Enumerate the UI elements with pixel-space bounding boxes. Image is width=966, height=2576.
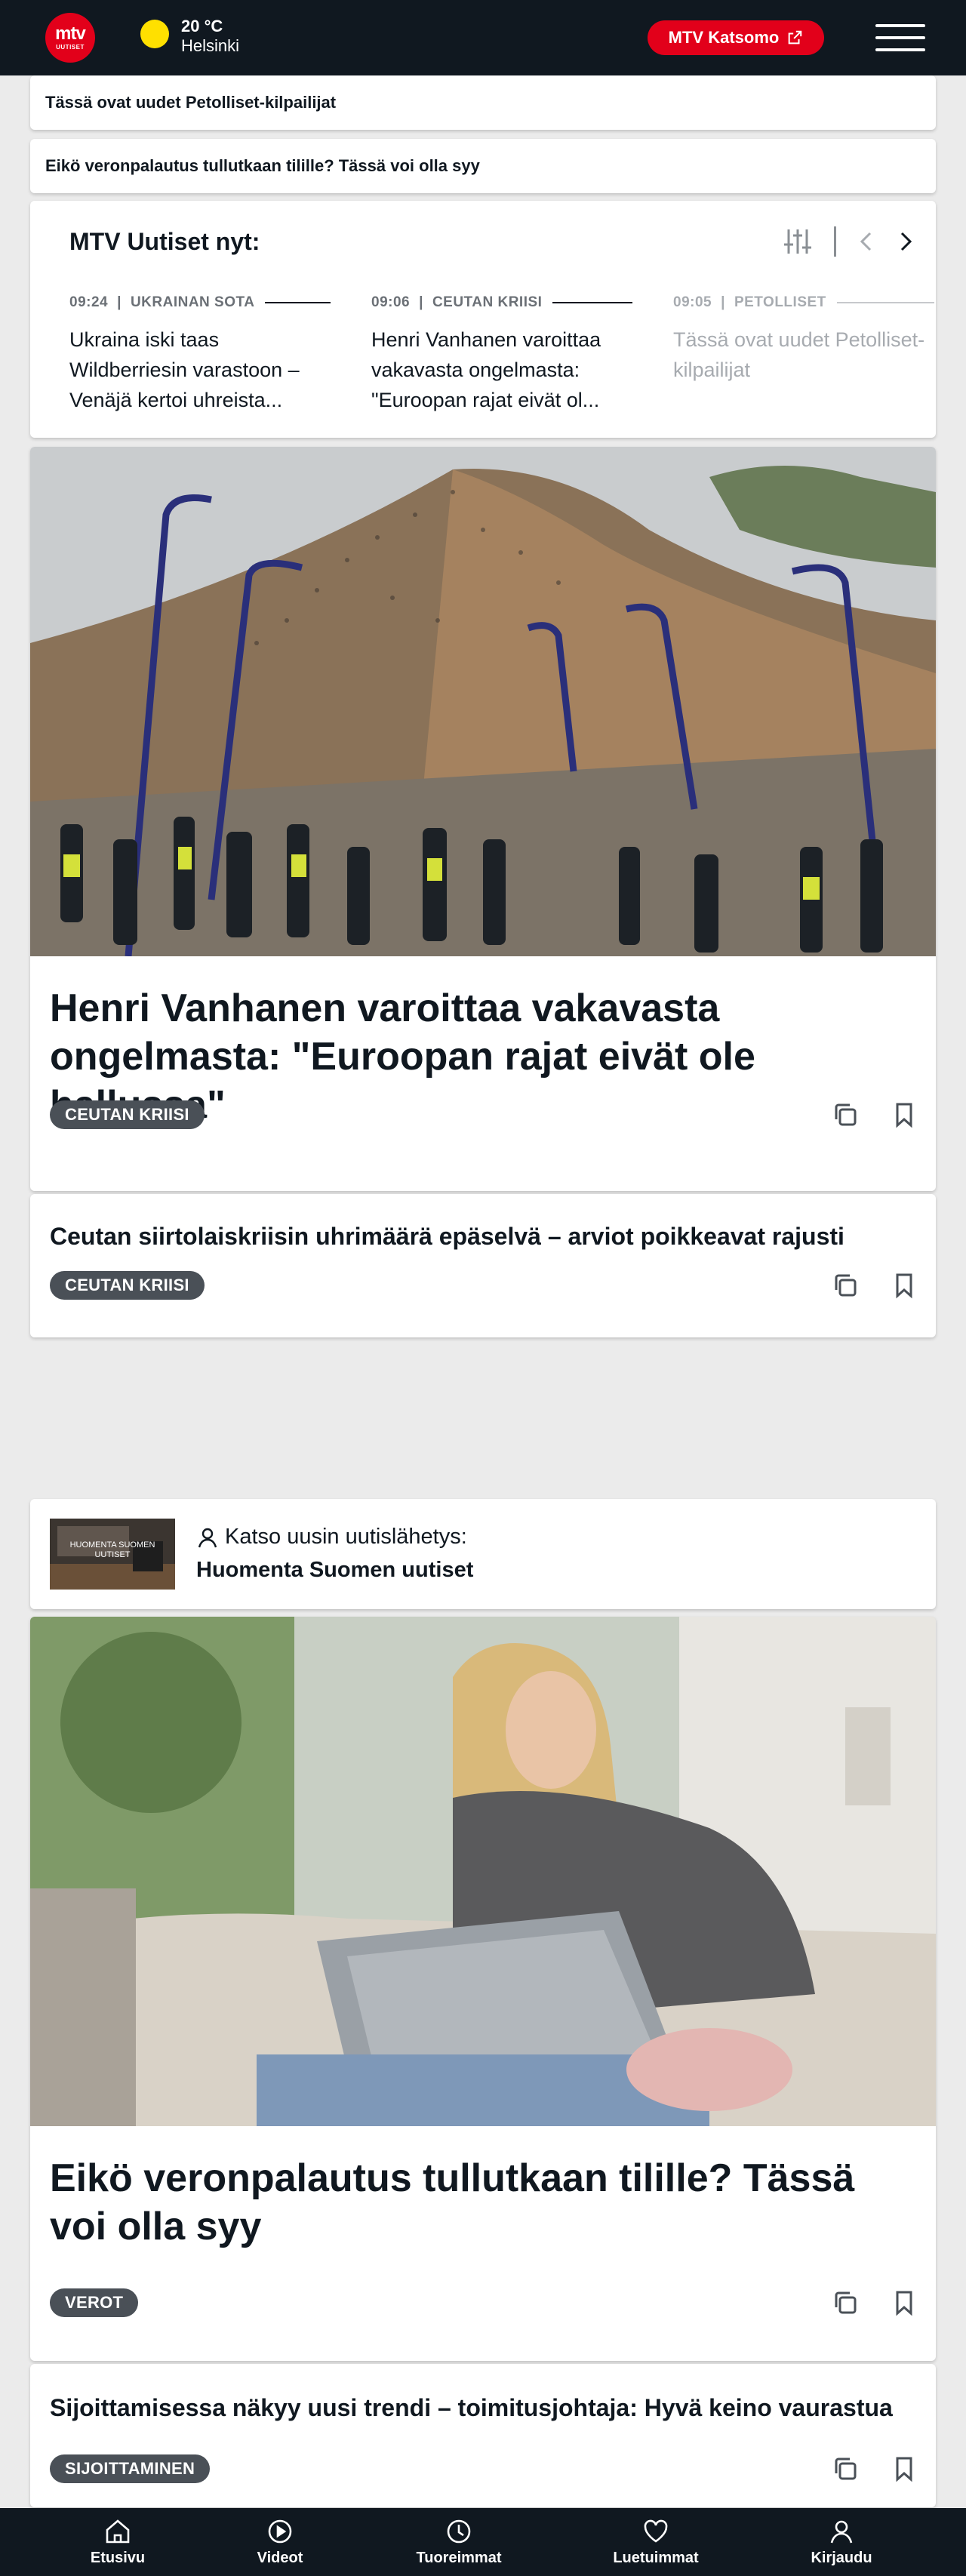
home-icon xyxy=(106,2519,130,2543)
quick-link-text: Eikö veronpalautus tullutkaan tilille? T… xyxy=(45,156,480,175)
logo-text: mtv xyxy=(55,23,86,44)
divider xyxy=(834,226,836,257)
chevron-left-icon[interactable] xyxy=(857,229,875,254)
nav-label: Kirjaudu xyxy=(811,2549,872,2566)
nav-label: Luetuimmat xyxy=(613,2549,699,2566)
article-tag[interactable]: CEUTAN KRIISI xyxy=(50,1271,205,1300)
top-bar: mtv UUTISET 20 °C Helsinki MTV Katsomo xyxy=(0,0,966,75)
katsomo-label: MTV Katsomo xyxy=(668,28,780,47)
article-photo[interactable] xyxy=(30,1617,936,2126)
hamburger-menu-icon[interactable] xyxy=(875,23,925,53)
article-headline[interactable]: Sijoittamisessa näkyy uusi trendi – toim… xyxy=(50,2391,918,2424)
quick-link-text: Tässä ovat uudet Petolliset-kilpailijat xyxy=(45,93,337,112)
user-icon xyxy=(830,2520,853,2543)
ticker-text: Henri Vanhanen varoittaa vakavasta ongel… xyxy=(371,328,601,411)
filter-sliders-icon[interactable] xyxy=(783,226,813,257)
city: Helsinki xyxy=(181,36,240,55)
nav-label: Etusivu xyxy=(90,2549,146,2566)
article-card[interactable]: Sijoittamisessa näkyy uusi trendi – toim… xyxy=(30,2364,936,2507)
copy-link-icon[interactable] xyxy=(832,1101,859,1128)
article-card[interactable]: Ceutan siirtolaiskriisin uhrimäärä epäse… xyxy=(30,1194,936,1337)
ticker-title: MTV Uutiset nyt: xyxy=(69,228,260,255)
ticker-time: 09:24 xyxy=(69,294,109,310)
ticker-category: UKRAINAN SOTA xyxy=(130,294,255,310)
nav-videot[interactable]: Videot xyxy=(227,2508,333,2576)
article-card[interactable]: Henri Vanhanen varoittaa vakavasta ongel… xyxy=(30,447,936,1191)
sun-icon xyxy=(140,20,169,48)
quick-link-1[interactable]: Tässä ovat uudet Petolliset-kilpailijat xyxy=(30,75,936,130)
ticker-time: 09:06 xyxy=(371,294,411,310)
weather-widget[interactable]: 20 °C Helsinki xyxy=(181,17,239,56)
thumbnail-caption: HUOMENTA SUOMEN xyxy=(70,1540,155,1550)
latest-broadcast-promo[interactable]: HUOMENTA SUOMEN UUTISET Katso uusin uuti… xyxy=(30,1499,936,1609)
clock-icon xyxy=(447,2519,471,2543)
heart-icon xyxy=(644,2519,668,2543)
bookmark-icon[interactable] xyxy=(891,2455,918,2482)
copy-link-icon[interactable] xyxy=(832,2455,859,2482)
bottom-navigation: Etusivu Videot Tuoreimmat Luetuimmat Kir… xyxy=(0,2508,966,2576)
article-card[interactable]: Eikö veronpalautus tullutkaan tilille? T… xyxy=(30,1617,936,2361)
external-link-icon xyxy=(789,30,802,45)
article-tag[interactable]: VEROT xyxy=(50,2288,139,2317)
chevron-right-icon[interactable] xyxy=(897,229,915,254)
quick-link-2[interactable]: Eikö veronpalautus tullutkaan tilille? T… xyxy=(30,139,936,193)
copy-link-icon[interactable] xyxy=(832,2289,859,2316)
bookmark-icon[interactable] xyxy=(891,2289,918,2316)
broadcast-title[interactable]: Huomenta Suomen uutiset xyxy=(196,1558,473,1583)
bookmark-icon[interactable] xyxy=(891,1101,918,1128)
nav-label: Tuoreimmat xyxy=(416,2549,502,2566)
nav-luetuimmat[interactable]: Luetuimmat xyxy=(603,2508,709,2576)
broadcast-thumbnail[interactable]: HUOMENTA SUOMEN UUTISET xyxy=(50,1519,175,1590)
logo-subtext: UUTISET xyxy=(56,43,85,51)
ticker-time: 09:05 xyxy=(673,294,712,310)
nav-etusivu[interactable]: Etusivu xyxy=(65,2508,171,2576)
mtv-logo[interactable]: mtv UUTISET xyxy=(45,13,95,63)
ticker-controls xyxy=(783,226,915,257)
bookmark-icon[interactable] xyxy=(891,1272,918,1299)
article-headline[interactable]: Ceutan siirtolaiskriisin uhrimäärä epäse… xyxy=(50,1220,918,1253)
article-headline[interactable]: Eikö veronpalautus tullutkaan tilille? T… xyxy=(50,2154,918,2251)
article-photo[interactable] xyxy=(30,447,936,956)
play-icon xyxy=(268,2519,292,2543)
katsomo-button[interactable]: MTV Katsomo xyxy=(648,20,824,55)
user-icon xyxy=(198,1528,217,1547)
nav-tuoreimmat[interactable]: Tuoreimmat xyxy=(406,2508,512,2576)
nav-kirjaudu[interactable]: Kirjaudu xyxy=(789,2508,894,2576)
copy-link-icon[interactable] xyxy=(832,1272,859,1299)
article-tag[interactable]: SIJOITTAMINEN xyxy=(50,2454,211,2483)
ticker-category: PETOLLISET xyxy=(734,294,826,310)
ticker-item[interactable]: 09:06 | CEUTAN KRIISI Henri Vanhanen varoi… xyxy=(371,294,632,415)
ticker-text: Tässä ovat uudet Petolliset-kilpailijat xyxy=(673,328,925,381)
temperature: 20 °C xyxy=(181,17,223,35)
broadcast-label: Katso uusin uutislähetys: xyxy=(196,1525,467,1550)
broadcast-label-text: Katso uusin uutislähetys: xyxy=(225,1525,467,1549)
ticker-category: CEUTAN KRIISI xyxy=(432,294,543,310)
ticker-item[interactable]: 09:24 | UKRAINAN SOTA Ukraina iski taas Wi… xyxy=(69,294,331,415)
nav-label: Videot xyxy=(257,2549,303,2566)
ticker-text: Ukraina iski taas Wildberriesin varastoo… xyxy=(69,328,300,411)
ticker-item[interactable]: 09:05 | PETOLLISET Tässä ovat uudet Petoll… xyxy=(673,294,934,385)
svg-text:UUTISET: UUTISET xyxy=(94,1550,130,1559)
news-ticker: MTV Uutiset nyt: 09:24 | UKRAINAN SOTA Ukr… xyxy=(30,201,936,438)
article-tag[interactable]: CEUTAN KRIISI xyxy=(50,1100,205,1129)
